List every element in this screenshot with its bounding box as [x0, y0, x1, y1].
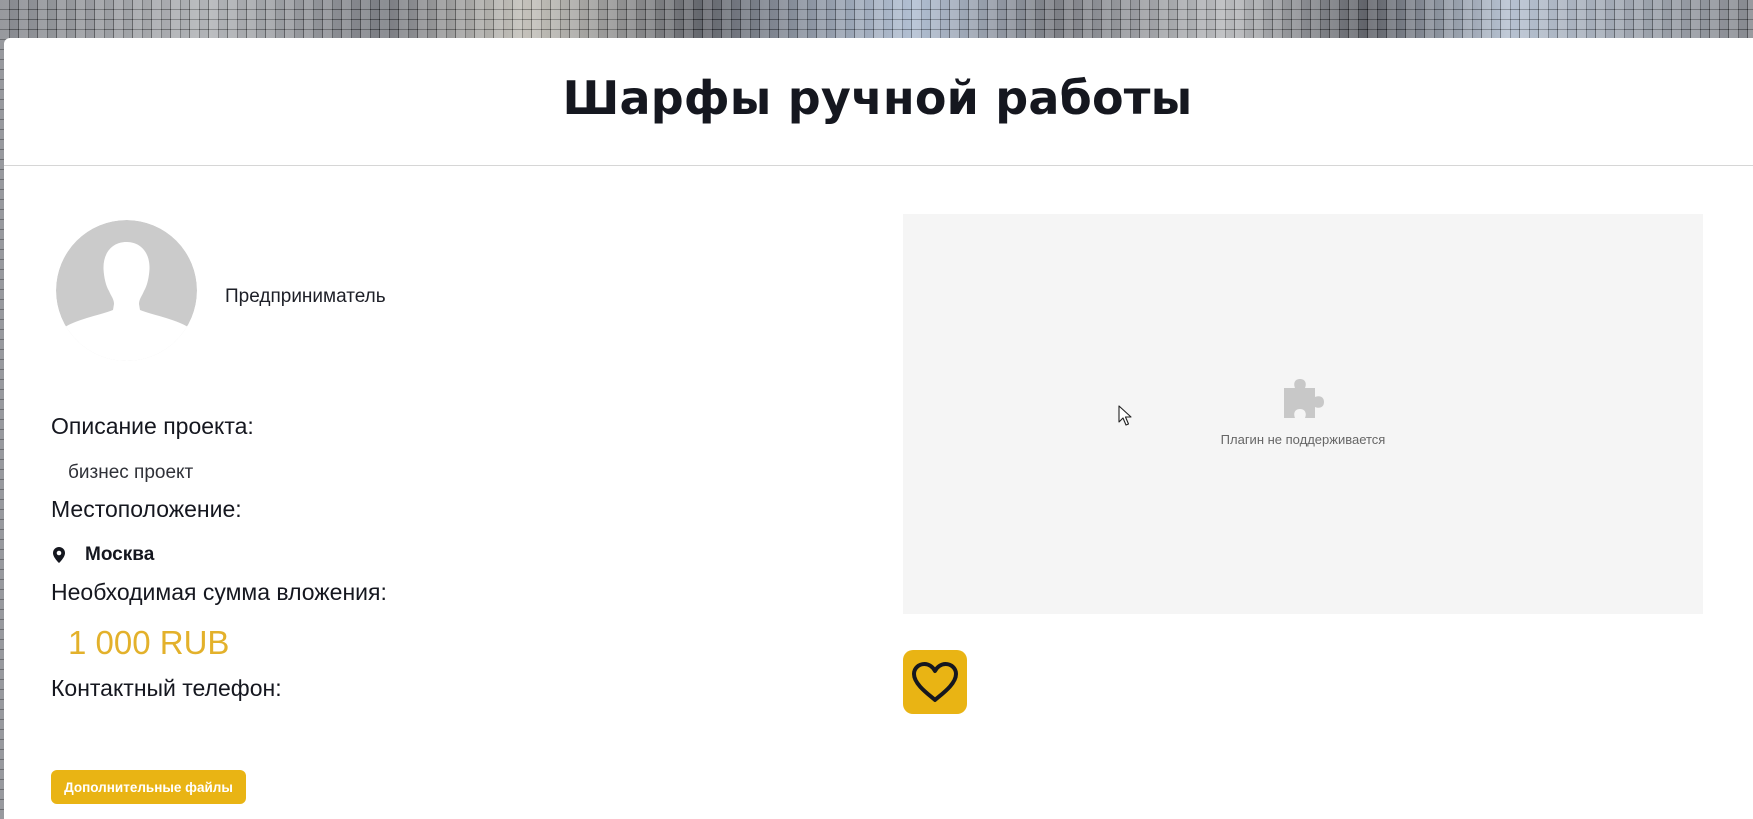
mouse-cursor-icon	[1118, 405, 1132, 426]
investment-amount: 1 000 RUB	[68, 624, 230, 661]
phone-label: Контактный телефон:	[51, 675, 282, 701]
avatar[interactable]	[56, 220, 197, 361]
description-label: Описание проекта:	[51, 413, 254, 439]
user-silhouette-icon	[56, 220, 197, 361]
owner-role: Предприниматель	[225, 286, 386, 307]
page-title: Шарфы ручной работы	[562, 70, 1193, 125]
location-label: Местоположение:	[51, 496, 242, 522]
modal-header: Шарфы ручной работы	[4, 38, 1753, 166]
description-text: бизнес проект	[68, 462, 194, 483]
location-city: Москва	[85, 544, 155, 565]
investment-label: Необходимая сумма вложения:	[51, 579, 387, 605]
media-plugin-area[interactable]: Плагин не поддерживается	[903, 214, 1703, 614]
favorite-button[interactable]	[903, 650, 967, 714]
project-modal: Шарфы ручной работы Предприниматель Опис…	[4, 38, 1753, 819]
heart-icon	[912, 662, 958, 702]
puzzle-piece-icon	[1284, 379, 1324, 418]
map-pin-icon	[53, 547, 65, 563]
additional-files-button[interactable]: Дополнительные файлы	[51, 770, 246, 804]
plugin-message: Плагин не поддерживается	[1220, 432, 1386, 447]
location-row: Москва	[53, 544, 154, 566]
